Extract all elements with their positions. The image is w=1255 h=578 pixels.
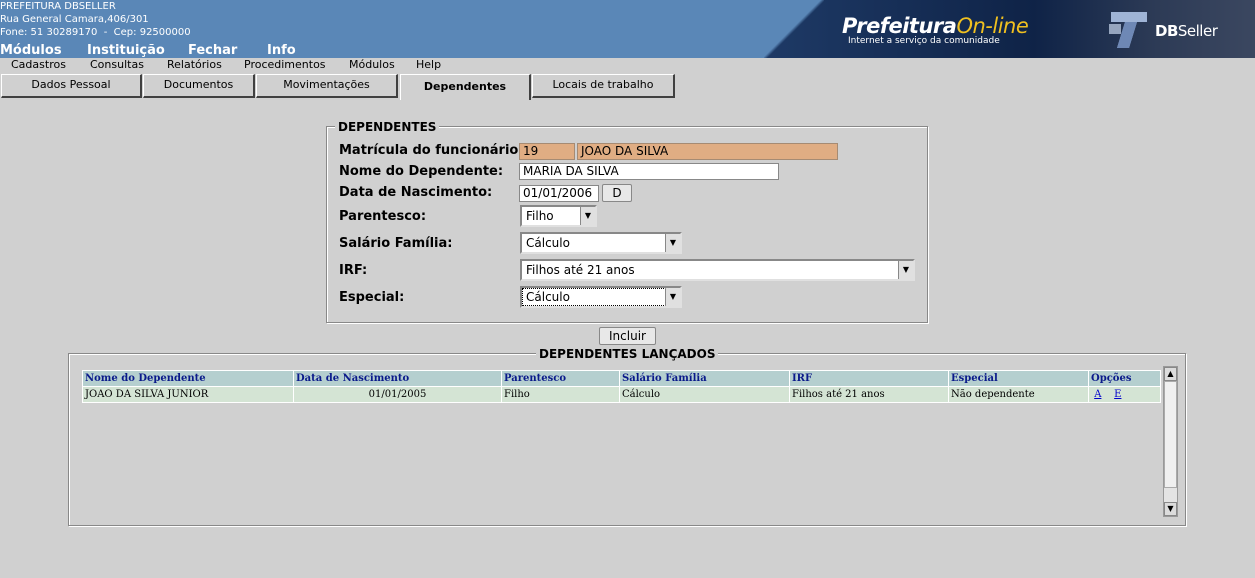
column-header-salario: Salário Família [619,370,790,387]
incluir-button[interactable]: Incluir [599,327,656,345]
table-header-row: Nome do Dependente Data de Nascimento Pa… [82,370,1161,387]
salario-familia-label: Salário Família: [339,236,453,251]
chevron-down-icon: ▼ [580,207,595,225]
tab-dados-pessoal[interactable]: Dados Pessoal [1,74,142,98]
tab-dependentes[interactable]: Dependentes [400,74,531,100]
column-header-nome: Nome do Dependente [82,370,294,387]
data-nascimento-field[interactable]: 01/01/2006 [519,185,599,202]
column-header-irf: IRF [789,370,949,387]
cell-opcoes: A E [1088,386,1161,403]
alterar-link[interactable]: A [1094,389,1101,400]
tab-documentos[interactable]: Documentos [143,74,255,98]
company-phone: Fone: 51 30289170 - Cep: 92500000 [0,27,191,38]
parentesco-label: Parentesco: [339,209,427,224]
company-info: PREFEITURA DBSELLER Rua General Camara,4… [0,0,191,39]
irf-select[interactable]: Filhos até 21 anos ▼ [520,259,915,281]
header-banner: PrefeituraOn-line Internet a serviço da … [764,0,1255,58]
irf-selected: Filhos até 21 anos [526,263,635,277]
dbseller-mark-icon [1109,12,1147,48]
irf-label: IRF: [339,263,368,278]
nome-dependente-field[interactable]: MARIA DA SILVA [519,163,779,180]
column-header-especial: Especial [948,370,1089,387]
column-header-opcoes: Opções [1088,370,1161,387]
date-picker-button[interactable]: D [602,184,632,202]
cell-nascimento: 01/01/2005 [293,386,502,403]
submenu-modulos[interactable]: Módulos [349,58,395,71]
submenu-consultas[interactable]: Consultas [90,58,144,71]
menu-info[interactable]: Info [267,43,296,58]
especial-selected: Cálculo [526,290,570,304]
submenu-procedimentos[interactable]: Procedimentos [244,58,326,71]
logo-title-highlight: On-line [956,14,1029,38]
cell-salario: Cálculo [619,386,790,403]
funcionario-name-field[interactable]: JOAO DA SILVA [577,143,838,160]
submenu-cadastros[interactable]: Cadastros [11,58,66,71]
cell-especial: Não dependente [948,386,1089,403]
menu-fechar[interactable]: Fechar [188,43,237,58]
cell-parentesco: Filho [501,386,620,403]
parentesco-select[interactable]: Filho ▼ [520,205,597,227]
nome-dependente-label: Nome do Dependente: [339,164,504,179]
column-header-nascimento: Data de Nascimento [293,370,502,387]
dbseller-logo: DBSeller [1107,10,1237,50]
matricula-field[interactable]: 19 [519,143,575,160]
scroll-up-icon[interactable]: ▲ [1164,367,1177,381]
company-name: PREFEITURA DBSELLER [0,1,116,12]
cell-irf: Filhos até 21 anos [789,386,949,403]
salario-familia-select[interactable]: Cálculo ▼ [520,232,682,254]
vendor-prefix: DB [1155,22,1178,40]
matricula-label: Matrícula do funcionário: [339,143,524,158]
logo-title: Prefeitura [842,14,957,38]
sub-menu: Cadastros Consultas Relatórios Procedime… [0,58,1255,72]
table-scrollbar[interactable]: ▲ ▼ [1163,366,1178,517]
tab-locais-de-trabalho[interactable]: Locais de trabalho [532,74,675,98]
menu-modulos[interactable]: Módulos [0,43,62,58]
chevron-down-icon: ▼ [665,234,680,252]
especial-label: Especial: [339,290,405,305]
submenu-help[interactable]: Help [416,58,441,71]
salario-familia-selected: Cálculo [526,236,570,250]
dependentes-table: Nome do Dependente Data de Nascimento Pa… [82,370,1161,403]
tab-movimentacoes[interactable]: Movimentações [256,74,398,98]
banner-diagonal [764,0,824,58]
chevron-down-icon: ▼ [898,261,913,279]
company-address: Rua General Camara,406/301 [0,14,149,25]
menu-instituicao[interactable]: Instituição [87,43,165,58]
excluir-link[interactable]: E [1114,389,1121,400]
submenu-relatorios[interactable]: Relatórios [167,58,222,71]
app-header: PREFEITURA DBSELLER Rua General Camara,4… [0,0,1255,58]
cell-nome: JOAO DA SILVA JUNIOR [82,386,294,403]
especial-select[interactable]: Cálculo ▼ [520,286,682,308]
column-header-parentesco: Parentesco [501,370,620,387]
parentesco-selected: Filho [526,209,554,223]
scroll-thumb[interactable] [1164,381,1177,488]
table-row[interactable]: JOAO DA SILVA JUNIOR 01/01/2005 Filho Cá… [82,386,1161,403]
vendor-suffix: Seller [1177,22,1218,40]
prefeitura-online-logo: PrefeituraOn-line Internet a serviço da … [842,14,1029,46]
chevron-down-icon: ▼ [665,288,680,306]
lancados-legend: DEPENDENTES LANÇADOS [536,347,719,361]
data-nascimento-label: Data de Nascimento: [339,185,493,200]
scroll-down-icon[interactable]: ▼ [1164,502,1177,516]
dependentes-legend: DEPENDENTES [335,120,440,134]
